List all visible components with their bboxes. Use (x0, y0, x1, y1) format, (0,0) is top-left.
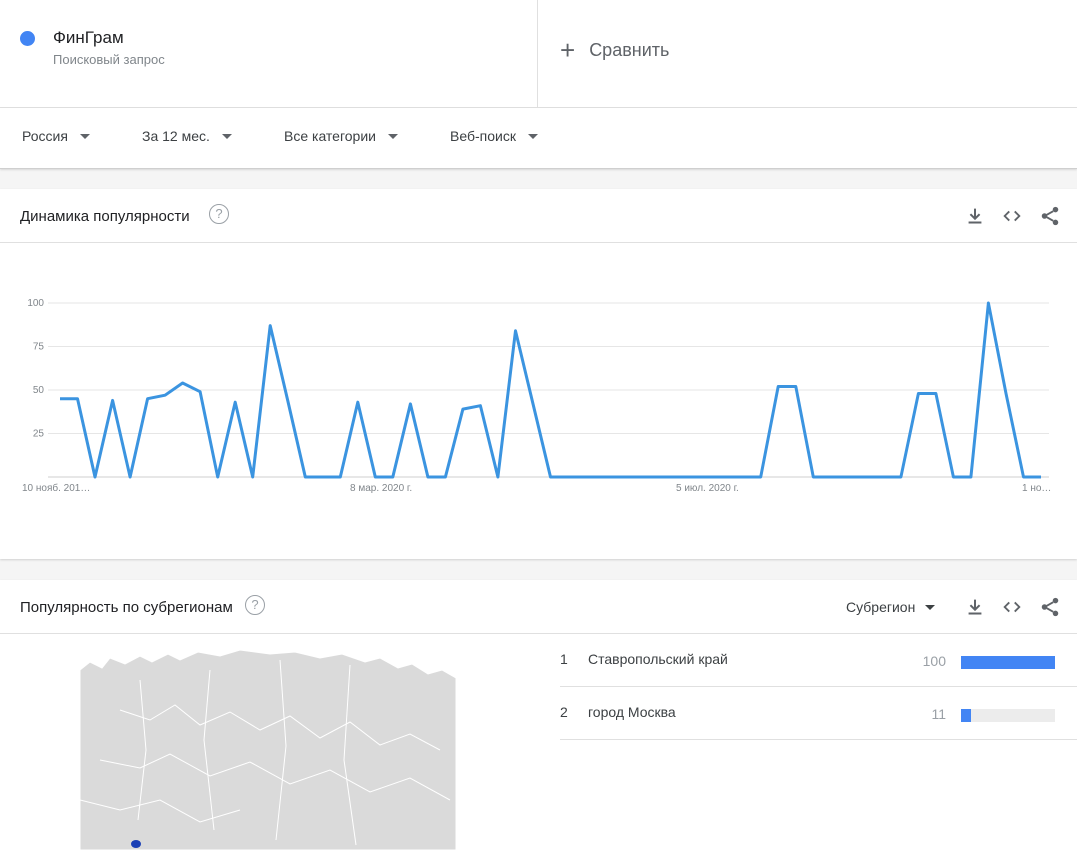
region-map[interactable] (80, 650, 456, 850)
search-term-card[interactable]: ФинГрам Поисковый запрос (0, 0, 538, 107)
chevron-down-icon (925, 604, 936, 610)
interest-line-chart[interactable]: 25 50 75 100 10 нояб. 201… 8 мар. 2020 г. 5 ию… (0, 243, 1077, 559)
filter-bar: Россия За 12 мес. Все категории Веб-поис… (0, 108, 1077, 169)
chevron-down-icon (79, 133, 90, 139)
help-icon[interactable]: ? (245, 595, 265, 615)
share-icon[interactable] (1039, 596, 1061, 618)
subregion-card: Популярность по субрегионам ? Субрегион … (0, 580, 1077, 850)
y-tick-label: 25 (33, 429, 45, 440)
share-icon[interactable] (1039, 205, 1061, 227)
plus-icon: + (560, 35, 576, 65)
region-bar-fill (961, 709, 972, 722)
x-tick-label: 8 мар. 2020 г. (350, 483, 412, 494)
y-tick-label: 50 (33, 385, 45, 396)
interest-over-time-title: Динамика популярности (20, 208, 190, 225)
term-subtitle: Поисковый запрос (53, 52, 165, 67)
subregion-title: Популярность по субрегионам (20, 599, 233, 616)
region-bar (961, 656, 1055, 669)
subregion-dropdown[interactable]: Субрегион (846, 599, 936, 615)
y-tick-label: 75 (33, 342, 45, 353)
term-color-dot (20, 31, 35, 46)
subregion-dropdown-label: Субрегион (846, 599, 916, 615)
x-tick-label: 1 но… (1022, 483, 1051, 494)
highlighted-region[interactable] (131, 840, 141, 848)
search-term-header: ФинГрам Поисковый запрос + Сравнить (0, 0, 1077, 108)
region-name[interactable]: Ставропольский край (588, 651, 728, 667)
map-land (80, 650, 456, 850)
region-value: 11 (931, 706, 946, 722)
embed-icon[interactable] (1001, 596, 1023, 618)
filter-category-label: Все категории (284, 128, 376, 144)
rank-number: 2 (560, 704, 568, 720)
region-name[interactable]: город Москва (588, 704, 676, 720)
filter-search-type[interactable]: Веб-поиск (450, 128, 538, 144)
rank-number: 1 (560, 651, 568, 667)
table-row[interactable]: 1 Ставропольский край 100 (560, 634, 1077, 687)
compare-label: Сравнить (589, 39, 670, 60)
filter-period-label: За 12 мес. (142, 128, 210, 144)
card-header: Динамика популярности ? (0, 189, 1077, 243)
x-tick-label: 10 нояб. 201… (22, 482, 90, 494)
table-row[interactable]: 2 город Москва 11 (560, 687, 1077, 740)
region-bar (961, 709, 1055, 722)
region-bar-fill (961, 656, 1055, 669)
interest-over-time-card: Динамика популярности ? 25 50 75 100 10 нояб… (0, 189, 1077, 559)
chevron-down-icon (387, 133, 398, 139)
filter-period[interactable]: За 12 мес. (142, 128, 232, 144)
filter-category[interactable]: Все категории (284, 128, 398, 144)
download-icon[interactable] (964, 596, 986, 618)
embed-icon[interactable] (1001, 205, 1023, 227)
chevron-down-icon (221, 133, 232, 139)
filter-region[interactable]: Россия (22, 128, 90, 144)
y-tick-label: 100 (27, 298, 44, 309)
term-name[interactable]: ФинГрам (53, 28, 124, 48)
x-tick-label: 5 июл. 2020 г. (676, 483, 739, 494)
card-header: Популярность по субрегионам ? Субрегион (0, 580, 1077, 634)
help-icon[interactable]: ? (209, 204, 229, 224)
filter-region-label: Россия (22, 128, 68, 144)
download-icon[interactable] (964, 205, 986, 227)
region-value: 100 (922, 653, 946, 669)
compare-button[interactable]: + Сравнить (560, 36, 669, 64)
filter-search-type-label: Веб-поиск (450, 128, 516, 144)
chevron-down-icon (527, 133, 538, 139)
